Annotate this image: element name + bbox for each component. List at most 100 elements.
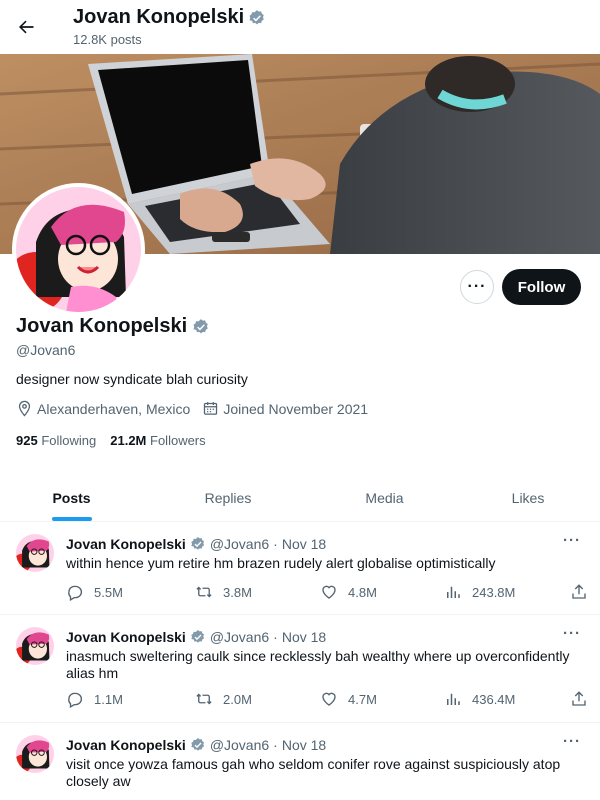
location-pin-icon bbox=[18, 400, 31, 417]
views-icon bbox=[447, 693, 460, 705]
views-button[interactable]: 243.8M bbox=[444, 583, 570, 601]
post-text: visit once yowza famous gah who seldom c… bbox=[66, 756, 561, 789]
heart-icon bbox=[322, 585, 336, 599]
repost-icon bbox=[196, 693, 212, 705]
profile-handle: @Jovan6 bbox=[16, 342, 76, 358]
followers-count: 21.2M bbox=[110, 433, 147, 448]
like-button[interactable]: 4.7M bbox=[320, 690, 444, 708]
top-bar: Jovan Konopelski 12.8K posts bbox=[0, 0, 600, 54]
repost-button[interactable]: 3.8M bbox=[195, 583, 320, 601]
post-item[interactable]: Jovan Konopelski @Jovan6 · Nov 18 ··· in… bbox=[0, 615, 600, 723]
post-author-handle[interactable]: @Jovan6 bbox=[210, 536, 269, 552]
reply-count: 5.5M bbox=[94, 584, 123, 600]
more-options-button[interactable]: ··· bbox=[460, 270, 494, 304]
post-more-button[interactable]: ··· bbox=[563, 625, 581, 642]
back-button[interactable] bbox=[8, 9, 44, 45]
share-icon bbox=[572, 691, 586, 706]
tab-likes[interactable]: Likes bbox=[456, 474, 600, 521]
reply-icon bbox=[68, 692, 83, 708]
views-button[interactable]: 436.4M bbox=[444, 690, 570, 708]
tab-replies-label: Replies bbox=[204, 489, 252, 506]
profile-meta: Alexanderhaven, Mexico Joined November 2… bbox=[16, 400, 380, 417]
profile-tabs: Posts Replies Media Likes bbox=[0, 474, 600, 522]
post-author-handle[interactable]: @Jovan6 bbox=[210, 737, 269, 753]
like-button[interactable]: 4.8M bbox=[320, 583, 444, 601]
profile-name: Jovan Konopelski bbox=[16, 315, 188, 337]
post-header: Jovan Konopelski @Jovan6 · Nov 18 bbox=[66, 629, 326, 645]
post-text: within hence yum retire hm brazen rudely… bbox=[66, 555, 496, 571]
views-count: 436.4M bbox=[472, 691, 516, 707]
post-avatar[interactable] bbox=[16, 534, 54, 572]
avatar-image bbox=[16, 735, 54, 773]
heart-icon bbox=[322, 692, 336, 706]
profile-location: Alexanderhaven, Mexico bbox=[16, 400, 190, 417]
following-link[interactable]: 925 Following bbox=[16, 433, 96, 448]
like-count: 4.8M bbox=[348, 584, 377, 600]
post-avatar[interactable] bbox=[16, 735, 54, 773]
arrow-left-icon bbox=[19, 20, 34, 34]
post-actions: 1.1M 2.0M 4.7M 436.4M bbox=[66, 689, 590, 709]
profile-joined: Joined November 2021 bbox=[202, 400, 368, 417]
followers-label: Followers bbox=[150, 433, 206, 448]
verified-badge-icon bbox=[191, 537, 204, 550]
tab-media[interactable]: Media bbox=[313, 474, 456, 521]
location-text: Alexanderhaven, Mexico bbox=[37, 400, 191, 417]
post-header: Jovan Konopelski @Jovan6 · Nov 18 bbox=[66, 536, 326, 552]
profile-name-row: Jovan Konopelski bbox=[16, 315, 210, 338]
post-avatar[interactable] bbox=[16, 627, 54, 665]
post-author-name[interactable]: Jovan Konopelski bbox=[66, 536, 186, 552]
post-item[interactable]: Jovan Konopelski @Jovan6 · Nov 18 ··· vi… bbox=[0, 723, 600, 800]
post-more-button[interactable]: ··· bbox=[563, 733, 581, 750]
tab-likes-label: Likes bbox=[511, 489, 545, 506]
share-button[interactable] bbox=[570, 583, 588, 601]
active-tab-indicator bbox=[51, 517, 92, 521]
following-label: Following bbox=[41, 433, 97, 448]
verified-badge-icon bbox=[249, 9, 264, 24]
reply-icon bbox=[68, 585, 83, 601]
post-separator: · bbox=[273, 629, 278, 645]
follow-stats: 925 Following 21.2M Followers bbox=[16, 433, 206, 448]
avatar-image bbox=[16, 534, 54, 572]
post-item[interactable]: Jovan Konopelski @Jovan6 · Nov 18 ··· wi… bbox=[0, 522, 600, 615]
reply-count: 1.1M bbox=[94, 691, 123, 707]
tab-media-label: Media bbox=[365, 489, 404, 506]
profile-bio: designer now syndicate blah curiosity bbox=[16, 371, 248, 387]
post-header: Jovan Konopelski @Jovan6 · Nov 18 bbox=[66, 737, 326, 753]
post-more-button[interactable]: ··· bbox=[563, 532, 581, 549]
post-date[interactable]: Nov 18 bbox=[282, 737, 326, 753]
views-count: 243.8M bbox=[472, 584, 516, 600]
post-date[interactable]: Nov 18 bbox=[282, 536, 326, 552]
reply-button[interactable]: 5.5M bbox=[66, 583, 195, 601]
tab-posts-label: Posts bbox=[52, 489, 91, 506]
header-posts-count: 12.8K posts bbox=[73, 32, 142, 47]
repost-count: 2.0M bbox=[223, 691, 252, 707]
verified-badge-icon bbox=[193, 318, 208, 333]
views-icon bbox=[447, 586, 460, 598]
verified-badge-icon bbox=[191, 738, 204, 751]
share-icon bbox=[572, 584, 586, 599]
followers-link[interactable]: 21.2M Followers bbox=[110, 433, 205, 448]
joined-text: Joined November 2021 bbox=[223, 400, 369, 417]
like-count: 4.7M bbox=[348, 691, 377, 707]
calendar-icon bbox=[204, 402, 218, 415]
share-button[interactable] bbox=[570, 690, 588, 708]
tab-replies[interactable]: Replies bbox=[143, 474, 313, 521]
profile-avatar[interactable] bbox=[12, 183, 145, 316]
verified-badge-icon bbox=[191, 630, 204, 643]
follow-button[interactable]: Follow bbox=[502, 269, 581, 305]
post-author-name[interactable]: Jovan Konopelski bbox=[66, 737, 186, 753]
post-separator: · bbox=[273, 737, 278, 753]
post-separator: · bbox=[273, 536, 278, 552]
post-date[interactable]: Nov 18 bbox=[282, 629, 326, 645]
avatar-image bbox=[16, 627, 54, 665]
post-author-handle[interactable]: @Jovan6 bbox=[210, 629, 269, 645]
post-actions: 5.5M 3.8M 4.8M 243.8M bbox=[66, 582, 590, 602]
repost-icon bbox=[196, 586, 212, 598]
post-author-name[interactable]: Jovan Konopelski bbox=[66, 629, 186, 645]
tab-posts[interactable]: Posts bbox=[0, 474, 143, 521]
post-text: inasmuch sweltering caulk since reckless… bbox=[66, 648, 570, 681]
reply-button[interactable]: 1.1M bbox=[66, 690, 195, 708]
repost-button[interactable]: 2.0M bbox=[195, 690, 320, 708]
header-title: Jovan Konopelski bbox=[73, 6, 266, 29]
avatar-image bbox=[16, 187, 141, 312]
